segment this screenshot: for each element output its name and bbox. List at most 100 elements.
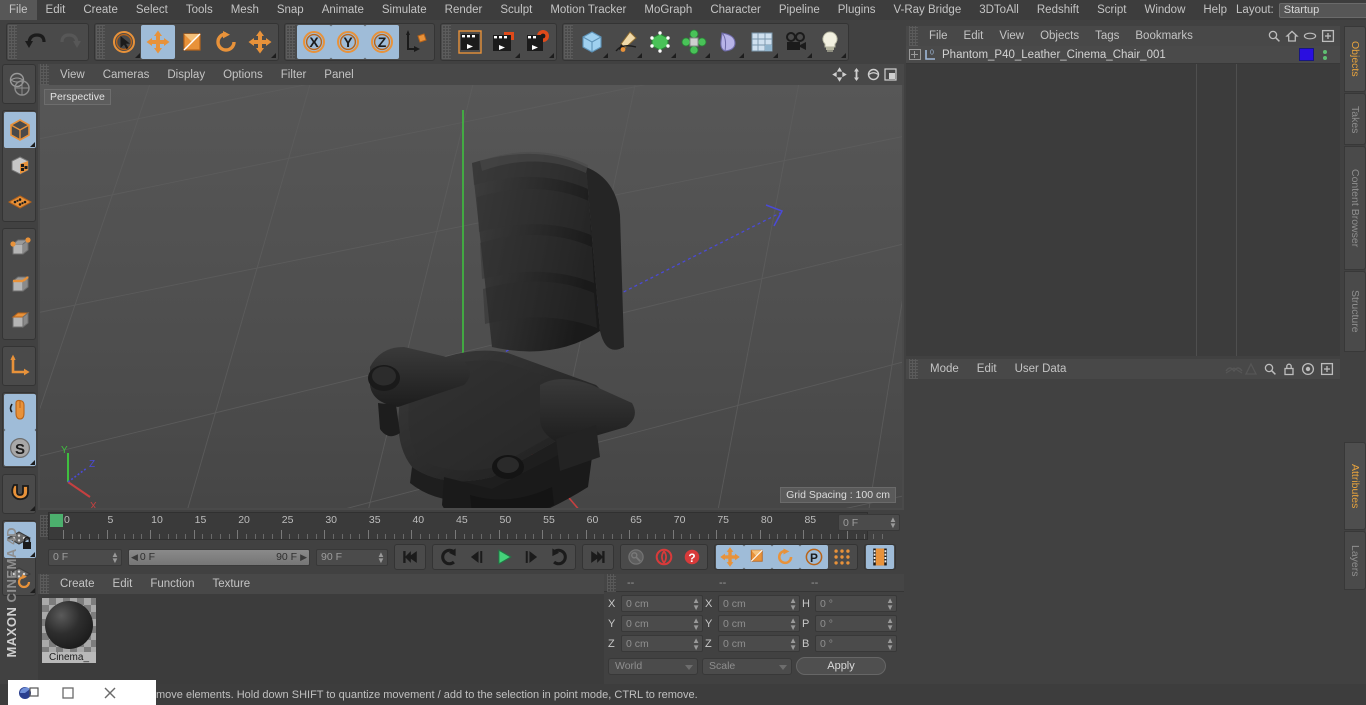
spinner-icon[interactable]: ▲ ▼ xyxy=(886,617,894,632)
transport-button-timeline-filmstrip[interactable] xyxy=(866,545,894,569)
object-row[interactable]: 0 Phantom_P40_Leather_Cinema_Chair_001 xyxy=(906,46,1340,64)
spinner-icon[interactable]: ▲ ▼ xyxy=(889,516,897,530)
menu-item-mesh[interactable]: Mesh xyxy=(222,0,268,20)
viewport-menu-filter[interactable]: Filter xyxy=(272,69,316,81)
submenu-corner-icon[interactable] xyxy=(705,53,710,58)
eye-icon[interactable] xyxy=(1303,29,1317,43)
transport-button-point-level-anim[interactable] xyxy=(828,545,856,569)
spinner-icon[interactable]: ▲ ▼ xyxy=(692,637,700,652)
pos-y-field[interactable]: 0 cm ▲ ▼ xyxy=(621,615,703,632)
toolbar-grip[interactable] xyxy=(564,25,573,59)
toolbar-button-redo[interactable] xyxy=(53,25,87,59)
menu-item-window[interactable]: Window xyxy=(1135,0,1194,20)
transform-mode-dropdown[interactable]: Scale xyxy=(702,657,792,675)
maximize-view-icon[interactable] xyxy=(883,67,898,82)
preview-range-bar[interactable]: ◀ 0 F 90 F ▶ xyxy=(128,548,310,566)
target-icon[interactable] xyxy=(1301,362,1315,376)
vtab-objects[interactable]: Objects xyxy=(1344,26,1366,93)
object-menu-file[interactable]: File xyxy=(921,30,956,42)
menu-item-animate[interactable]: Animate xyxy=(313,0,373,20)
tool-button-polygon-mode[interactable] xyxy=(4,302,36,338)
spinner-icon[interactable]: ▲ ▼ xyxy=(377,550,385,565)
timeline-frame-field[interactable]: 0 F ▲ ▼ xyxy=(838,514,900,531)
attribute-menu-mode[interactable]: Mode xyxy=(921,363,968,375)
range-right-arrow-icon[interactable]: ▶ xyxy=(300,552,307,563)
menu-item-redshift[interactable]: Redshift xyxy=(1028,0,1088,20)
pan-view-icon[interactable] xyxy=(832,67,847,82)
transport-button-play[interactable] xyxy=(490,545,518,569)
transport-button-key-param[interactable]: P xyxy=(800,545,828,569)
timeline-ruler[interactable]: 051015202530354045505560657075808590 xyxy=(48,512,883,540)
transport-button-step-back[interactable] xyxy=(462,545,490,569)
lock-icon[interactable] xyxy=(1282,362,1296,376)
close-icon[interactable] xyxy=(102,685,122,701)
viewport-menu-display[interactable]: Display xyxy=(158,69,214,81)
tool-button-workplane-mode[interactable] xyxy=(4,184,36,220)
submenu-corner-icon[interactable] xyxy=(135,53,140,58)
toolbar-button-render-view[interactable] xyxy=(453,25,487,59)
home-icon[interactable] xyxy=(1285,29,1299,43)
visibility-dots[interactable] xyxy=(1320,48,1330,62)
wave-icon[interactable] xyxy=(1225,362,1243,376)
submenu-corner-icon[interactable] xyxy=(271,53,276,58)
tool-button-viewport-solo[interactable] xyxy=(4,394,36,430)
menu-item-simulate[interactable]: Simulate xyxy=(373,0,436,20)
menu-item-character[interactable]: Character xyxy=(701,0,770,20)
search-icon[interactable] xyxy=(1263,362,1277,376)
menu-item-render[interactable]: Render xyxy=(436,0,492,20)
submenu-corner-icon[interactable] xyxy=(807,53,812,58)
object-menu-view[interactable]: View xyxy=(991,30,1032,42)
end-frame-field[interactable]: 90 F ▲ ▼ xyxy=(316,548,388,566)
expand-toggle-icon[interactable] xyxy=(909,49,921,60)
object-menu-bookmarks[interactable]: Bookmarks xyxy=(1127,30,1201,42)
spinner-icon[interactable]: ▲ ▼ xyxy=(886,637,894,652)
viewport-menu-view[interactable]: View xyxy=(51,69,94,81)
panel-grip[interactable] xyxy=(607,573,616,592)
menu-item-help[interactable]: Help xyxy=(1194,0,1236,20)
toolbar-button-live-selection[interactable] xyxy=(107,25,141,59)
submenu-corner-icon[interactable] xyxy=(549,53,554,58)
toolbar-button-camera[interactable] xyxy=(779,25,813,59)
spinner-icon[interactable]: ▲ ▼ xyxy=(111,550,119,565)
submenu-corner-icon[interactable] xyxy=(30,460,35,465)
menu-item-v-ray-bridge[interactable]: V-Ray Bridge xyxy=(884,0,970,20)
toolbar-button-deformer-bend[interactable] xyxy=(711,25,745,59)
toolbar-button-render-settings[interactable] xyxy=(521,25,555,59)
new-layer-icon[interactable] xyxy=(1321,29,1335,43)
spinner-icon[interactable]: ▲ ▼ xyxy=(692,617,700,632)
toolbar-button-undo[interactable] xyxy=(19,25,53,59)
menu-item-3dtoall[interactable]: 3DToAll xyxy=(970,0,1028,20)
toolbar-button-spline-pen[interactable] xyxy=(609,25,643,59)
attribute-menu-edit[interactable]: Edit xyxy=(968,363,1006,375)
spinner-icon[interactable]: ▲ ▼ xyxy=(692,597,700,612)
submenu-corner-icon[interactable] xyxy=(30,552,35,557)
rot-b-field[interactable]: 0 ° ▲ ▼ xyxy=(815,635,897,652)
spinner-icon[interactable]: ▲ ▼ xyxy=(886,597,894,612)
new-tab-icon[interactable] xyxy=(1320,362,1334,376)
submenu-corner-icon[interactable] xyxy=(773,53,778,58)
range-left-arrow-icon[interactable]: ◀ xyxy=(131,552,138,563)
object-tree[interactable]: 0 Phantom_P40_Leather_Cinema_Chair_001 xyxy=(906,46,1340,356)
menu-item-file[interactable]: File xyxy=(0,0,37,20)
attribute-menu-user-data[interactable]: User Data xyxy=(1006,363,1076,375)
toolbar-button-move-alt[interactable] xyxy=(243,25,277,59)
transport-button-go-to-start[interactable] xyxy=(396,545,424,569)
rot-h-field[interactable]: 0 ° ▲ ▼ xyxy=(815,595,897,612)
tool-button-object-axis[interactable] xyxy=(4,348,36,384)
cone-icon[interactable] xyxy=(1244,362,1258,376)
menu-item-script[interactable]: Script xyxy=(1088,0,1135,20)
submenu-corner-icon[interactable] xyxy=(30,142,35,147)
spinner-icon[interactable]: ▲ ▼ xyxy=(789,597,797,612)
viewport-menu-cameras[interactable]: Cameras xyxy=(94,69,159,81)
transport-button-key-rotation[interactable] xyxy=(772,545,800,569)
viewport-menu-options[interactable]: Options xyxy=(214,69,272,81)
tool-button-enable-snapping[interactable]: S xyxy=(4,430,36,466)
size-z-field[interactable]: 0 cm ▲ ▼ xyxy=(718,635,800,652)
spinner-icon[interactable]: ▲ ▼ xyxy=(789,617,797,632)
toolbar-button-generator-nurbs[interactable] xyxy=(643,25,677,59)
menu-item-select[interactable]: Select xyxy=(127,0,177,20)
menu-item-plugins[interactable]: Plugins xyxy=(829,0,885,20)
transport-button-fast-forward[interactable] xyxy=(546,545,574,569)
perspective-viewport[interactable]: Y X Z Perspective Grid Spacing : 100 cm xyxy=(40,85,902,508)
vtab-layers[interactable]: Layers xyxy=(1344,531,1366,591)
